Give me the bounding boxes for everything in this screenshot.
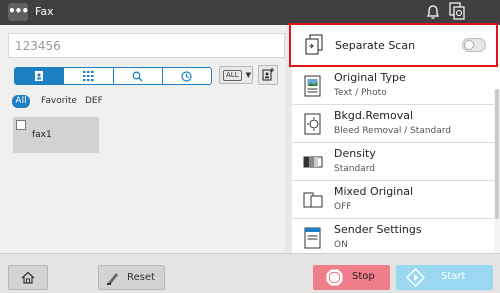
register-address-icon xyxy=(262,68,274,81)
index-all[interactable]: All xyxy=(12,95,30,108)
setting-sender-settings[interactable]: Sender Settings ON xyxy=(292,219,494,253)
address-entry[interactable]: fax1 xyxy=(13,117,99,153)
home-button[interactable] xyxy=(8,265,48,290)
index-def[interactable]: DEF xyxy=(85,96,103,106)
density-icon xyxy=(303,156,323,168)
index-favorite[interactable]: Favorite xyxy=(41,96,77,106)
mixed-original-icon xyxy=(303,192,323,208)
setting-value: Text / Photo xyxy=(334,88,387,98)
original-type-icon xyxy=(304,75,321,97)
separate-scan-row[interactable]: Separate Scan xyxy=(289,23,498,67)
app-title: Fax xyxy=(35,5,54,18)
setting-bkgd-removal[interactable]: Bkgd.Removal Bleed Removal / Standard xyxy=(292,105,494,143)
top-bar: ••• Fax xyxy=(0,0,500,25)
tab-search[interactable] xyxy=(114,68,163,84)
setting-name: Bkgd.Removal xyxy=(334,109,414,122)
destination-input[interactable] xyxy=(8,33,285,58)
tab-keypad[interactable] xyxy=(64,68,114,84)
setting-mixed-original[interactable]: Mixed Original OFF xyxy=(292,181,494,219)
setting-name: Sender Settings xyxy=(334,223,422,236)
settings-scrollbar[interactable] xyxy=(494,89,500,253)
setting-density[interactable]: Density Standard xyxy=(292,143,494,181)
address-name: fax1 xyxy=(32,130,52,140)
search-icon xyxy=(132,71,143,82)
toggle-knob xyxy=(464,40,474,50)
separate-scan-toggle[interactable] xyxy=(462,38,486,52)
separate-scan-label: Separate Scan xyxy=(335,39,416,52)
filter-label: ALL xyxy=(223,69,242,81)
setting-value: Bleed Removal / Standard xyxy=(334,126,452,136)
address-checkbox[interactable] xyxy=(16,120,26,130)
tab-history[interactable] xyxy=(163,68,211,84)
setting-name: Density xyxy=(334,147,376,160)
start-icon xyxy=(406,268,425,287)
chevron-down-icon: ▼ xyxy=(245,71,251,79)
home-icon xyxy=(21,271,35,284)
setting-name: Original Type xyxy=(334,71,406,84)
background-removal-icon xyxy=(304,113,321,135)
setting-value: Standard xyxy=(334,164,375,174)
reset-label: Reset xyxy=(127,272,155,283)
reset-button[interactable]: Reset xyxy=(98,265,165,290)
reset-icon xyxy=(107,273,118,285)
separate-scan-icon xyxy=(305,34,323,55)
stop-label: Stop xyxy=(352,271,375,282)
address-type-select[interactable]: ALL ▼ xyxy=(219,66,253,84)
bottom-bar: Reset Stop Start xyxy=(0,253,500,293)
sender-settings-icon xyxy=(304,227,321,249)
address-book-icon xyxy=(34,71,43,81)
menu-button[interactable]: ••• xyxy=(8,3,29,21)
address-tabs xyxy=(14,67,212,85)
history-icon xyxy=(181,70,192,82)
address-panel: ALL ▼ All Favorite DEF fax1 xyxy=(0,25,285,253)
setting-value: OFF xyxy=(334,202,352,212)
start-label: Start xyxy=(441,271,466,282)
keypad-icon xyxy=(82,71,94,81)
scrollbar-thumb[interactable] xyxy=(495,89,499,219)
setting-name: Mixed Original xyxy=(334,185,414,198)
setting-original-type[interactable]: Original Type Text / Photo xyxy=(292,67,494,105)
bell-icon[interactable] xyxy=(425,4,441,20)
setting-value: ON xyxy=(334,240,348,250)
register-destination-button[interactable] xyxy=(258,65,278,85)
job-status-icon[interactable] xyxy=(448,2,466,22)
stop-button[interactable]: Stop xyxy=(313,265,390,290)
start-button[interactable]: Start xyxy=(396,265,493,290)
tab-address-book[interactable] xyxy=(15,68,65,84)
stop-icon xyxy=(326,269,343,286)
